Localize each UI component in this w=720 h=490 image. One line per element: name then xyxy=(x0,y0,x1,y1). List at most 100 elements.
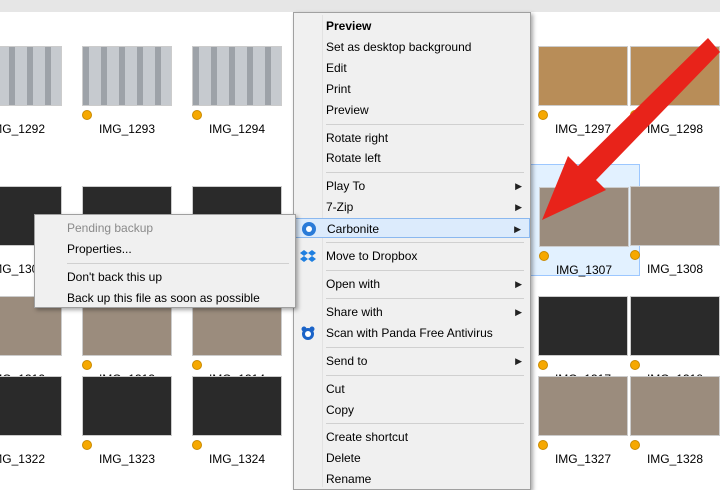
file-thumbnail[interactable]: IMG_1324 xyxy=(182,354,292,466)
menu-item-label: Copy xyxy=(326,402,355,417)
menu-separator xyxy=(326,374,524,376)
menu-item-label: 7-Zip xyxy=(326,200,354,215)
window-top-strip xyxy=(0,0,720,12)
file-name: IMG_1294 xyxy=(208,122,266,136)
menu-item-edit[interactable]: Edit xyxy=(294,58,530,78)
submenu-arrow-icon: ▶ xyxy=(514,224,521,235)
menu-item-label: Pending backup xyxy=(67,221,154,235)
menu-item-label: Back up this file as soon as possible xyxy=(67,290,260,305)
file-thumbnail[interactable]: IMG_1292 xyxy=(0,24,72,136)
menu-item-label: Carbonite xyxy=(327,222,380,237)
menu-separator xyxy=(326,242,524,244)
menu-item-open-with[interactable]: Open with ▶ xyxy=(294,274,530,294)
menu-item-properties[interactable]: Properties... xyxy=(35,239,295,259)
menu-item-label: Create shortcut xyxy=(326,430,409,445)
file-thumbnail[interactable]: IMG_1328 xyxy=(620,354,720,466)
menu-item-label: Set as desktop background xyxy=(326,39,472,54)
thumbnail-image xyxy=(192,46,282,106)
menu-item-rotate-right[interactable]: Rotate right xyxy=(294,128,530,148)
file-name: IMG_1323 xyxy=(98,452,156,466)
menu-item-label: Rename xyxy=(326,472,372,487)
carbonite-submenu: Pending backup Properties... Don't back th… xyxy=(34,214,296,308)
menu-separator xyxy=(326,346,524,348)
menu-item-carbonite[interactable]: Carbonite ▶ xyxy=(294,218,530,239)
red-arrow-annotation xyxy=(542,38,720,220)
file-thumbnail[interactable]: IMG_1323 xyxy=(72,354,182,466)
menu-separator xyxy=(326,123,524,125)
file-name: IMG_1322 xyxy=(0,452,46,466)
menu-item-send-to[interactable]: Send to ▶ xyxy=(294,351,530,371)
menu-item-label: Preview xyxy=(326,19,372,33)
file-name: IMG_1293 xyxy=(98,122,156,136)
file-name: IMG_1292 xyxy=(0,122,46,136)
menu-item-delete[interactable]: Delete xyxy=(294,448,530,468)
backup-status-icon xyxy=(538,440,548,450)
thumbnail-image xyxy=(630,376,720,436)
backup-status-icon xyxy=(82,440,92,450)
thumbnail-image xyxy=(192,376,282,436)
file-thumbnail[interactable]: IMG_1293 xyxy=(72,24,182,136)
menu-separator xyxy=(326,423,524,425)
menu-item-set-as-desktop-background[interactable]: Set as desktop background xyxy=(294,37,530,57)
menu-item-cut[interactable]: Cut xyxy=(294,379,530,399)
carbonite-icon xyxy=(301,221,317,237)
backup-status-icon xyxy=(630,250,640,260)
backup-status-icon xyxy=(539,251,549,261)
menu-item-7-zip[interactable]: 7-Zip ▶ xyxy=(294,197,530,217)
backup-status-icon xyxy=(82,110,92,120)
thumbnail-image xyxy=(538,296,628,356)
backup-status-icon xyxy=(630,440,640,450)
thumbnail-image xyxy=(538,376,628,436)
file-name: IMG_1328 xyxy=(646,452,704,466)
menu-separator xyxy=(326,297,524,299)
thumbnail-image xyxy=(82,46,172,106)
submenu-arrow-icon: ▶ xyxy=(515,202,522,213)
menu-item-create-shortcut[interactable]: Create shortcut xyxy=(294,427,530,447)
menu-item-preview[interactable]: Preview xyxy=(294,100,530,120)
menu-item-rotate-left[interactable]: Rotate left xyxy=(294,148,530,168)
submenu-arrow-icon: ▶ xyxy=(515,181,522,192)
file-thumbnail[interactable]: IMG_1294 xyxy=(182,24,292,136)
menu-item-label: Play To xyxy=(326,179,366,194)
menu-item-label: Properties... xyxy=(67,241,132,256)
menu-item-label: Edit xyxy=(326,60,347,75)
menu-separator xyxy=(326,270,524,271)
thumbnail-image xyxy=(0,46,62,106)
explorer-window: IMG_1292IMG_1293IMG_1294IMG_1297IMG_1298… xyxy=(0,0,720,490)
file-thumbnail[interactable]: IMG_1322 xyxy=(0,354,72,466)
menu-separator xyxy=(326,172,524,174)
menu-item-share-with[interactable]: Share with ▶ xyxy=(294,302,530,322)
submenu-arrow-icon: ▶ xyxy=(515,355,522,366)
menu-item-label: Send to xyxy=(326,353,368,368)
menu-item-play-to[interactable]: Play To ▶ xyxy=(294,176,530,196)
dropbox-icon xyxy=(300,248,316,264)
menu-item-move-to-dropbox[interactable]: Move to Dropbox xyxy=(294,246,530,266)
menu-separator xyxy=(67,262,289,264)
menu-item-label: Open with xyxy=(326,277,381,291)
panda-icon xyxy=(300,325,316,341)
menu-item-rename[interactable]: Rename xyxy=(294,469,530,489)
menu-item-label: Cut xyxy=(326,381,345,396)
menu-item-back-up-this-file-as-soon-as-possible[interactable]: Back up this file as soon as possible xyxy=(35,288,295,308)
backup-status-icon xyxy=(192,440,202,450)
menu-item-label: Rotate right xyxy=(326,130,389,145)
menu-item-copy[interactable]: Copy xyxy=(294,400,530,420)
menu-item-label: Move to Dropbox xyxy=(326,249,418,264)
menu-item-preview[interactable]: Preview xyxy=(294,16,530,36)
thumbnail-image xyxy=(82,376,172,436)
backup-status-icon xyxy=(192,110,202,120)
menu-item-label: Rotate left xyxy=(326,151,381,166)
menu-item-label: Delete xyxy=(326,451,361,466)
context-menu: Preview Set as desktop background Edit Prin… xyxy=(293,12,531,490)
menu-item-print[interactable]: Print xyxy=(294,79,530,99)
menu-item-label: Don't back this up xyxy=(67,269,163,284)
file-name: IMG_1324 xyxy=(208,452,266,466)
submenu-arrow-icon: ▶ xyxy=(515,279,522,289)
menu-item-label: Scan with Panda Free Antivirus xyxy=(326,325,493,340)
menu-item-label: Preview xyxy=(326,102,369,117)
menu-item-scan-with-panda-free-antivirus[interactable]: Scan with Panda Free Antivirus xyxy=(294,323,530,343)
thumbnail-image xyxy=(0,376,62,436)
menu-item-don-t-back-this-up[interactable]: Don't back this up xyxy=(35,267,295,287)
menu-item-label: Print xyxy=(326,81,351,96)
submenu-arrow-icon: ▶ xyxy=(515,306,522,317)
